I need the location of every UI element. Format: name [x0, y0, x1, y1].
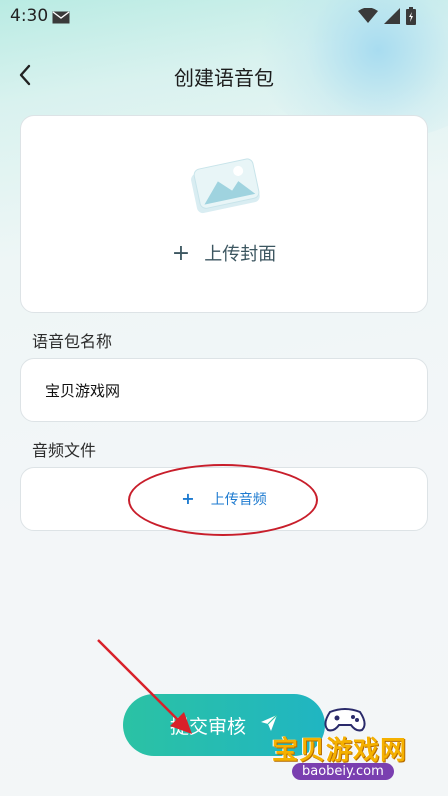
plus-icon: + — [171, 241, 191, 266]
upload-audio-label: 上传音频 — [210, 492, 267, 508]
image-card-icon — [189, 156, 261, 220]
upload-cover-label: 上传封面 — [204, 244, 277, 265]
watermark-text: 宝贝游戏网 — [272, 736, 408, 766]
screen: 4:30 创建语音包 + 上传封面 语音包名称 宝贝游戏网 音频文件 + 上传音… — [0, 0, 448, 796]
submit-review-label: 提交审核 — [169, 715, 246, 738]
nav-bar: 创建语音包 — [0, 52, 448, 96]
voice-pack-name-field[interactable]: 宝贝游戏网 — [20, 358, 428, 422]
battery-icon — [406, 7, 416, 29]
watermark-logo: 宝贝游戏网 baobeiy.com — [268, 700, 448, 796]
upload-audio-row: + 上传音频 — [21, 489, 427, 509]
name-section-label: 语音包名称 — [32, 332, 113, 351]
upload-cover-row: + 上传封面 — [21, 240, 427, 266]
audio-section-label: 音频文件 — [32, 441, 97, 460]
gamepad-icon — [324, 708, 366, 732]
watermark-domain: baobeiy.com — [292, 763, 394, 780]
voice-pack-name-value: 宝贝游戏网 — [45, 382, 121, 400]
status-bar: 4:30 — [0, 0, 448, 32]
upload-cover-card[interactable]: + 上传封面 — [20, 115, 428, 313]
mail-icon — [52, 9, 70, 28]
wifi-icon — [358, 7, 378, 28]
signal-icon — [384, 8, 400, 28]
page-title: 创建语音包 — [174, 66, 274, 90]
upload-audio-card[interactable]: + 上传音频 — [20, 467, 428, 531]
plus-icon: + — [181, 489, 195, 508]
status-time: 4:30 — [10, 6, 49, 26]
